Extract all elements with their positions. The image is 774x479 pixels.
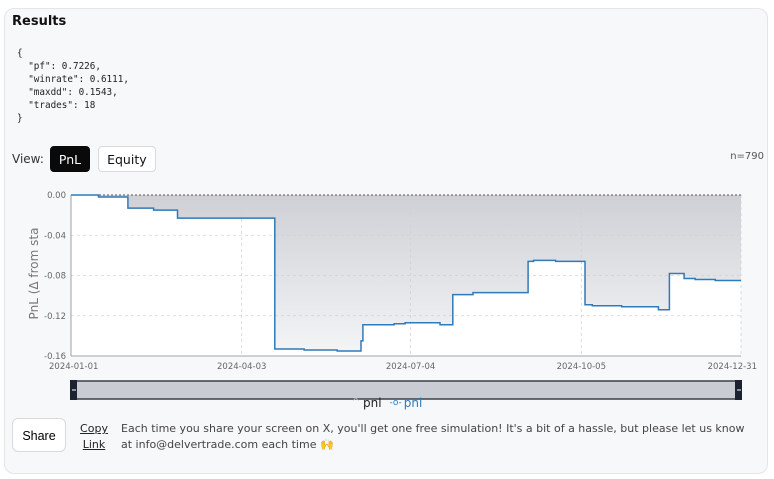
- x-tick-label: 2024-07-04: [386, 362, 435, 372]
- share-notice: Each time you share your screen on X, yo…: [121, 422, 745, 451]
- x-tick-label: 2024-12-31: [708, 362, 757, 372]
- copy-link[interactable]: Copy Link: [78, 421, 110, 453]
- x-tick-label: 2024-01-01: [49, 362, 98, 372]
- x-tick-label: 2024-04-03: [217, 362, 266, 372]
- y-tick-label: -0.08: [44, 272, 66, 282]
- y-tick-label: -0.04: [44, 231, 66, 241]
- legend-line-marker-icon: -o-: [389, 398, 402, 408]
- y-axis-label: PnL (Δ from sta: [27, 228, 41, 320]
- x-tick-label: 2024-10-05: [557, 362, 606, 372]
- legend-area-marker-icon: ^: [351, 397, 361, 408]
- y-tick-label: 0.00: [47, 191, 66, 201]
- chart-legend: ^ pnl -o- pnl: [0, 394, 774, 411]
- share-button[interactable]: Share: [12, 418, 66, 452]
- y-tick-label: -0.16: [44, 352, 66, 362]
- legend-label: pnl: [403, 396, 423, 410]
- legend-label: pnl: [363, 395, 382, 410]
- legend-item-pnl-line[interactable]: -o- pnl: [389, 396, 422, 410]
- y-tick-label: -0.12: [44, 312, 66, 322]
- legend-item-pnl-area[interactable]: ^ pnl: [352, 396, 382, 410]
